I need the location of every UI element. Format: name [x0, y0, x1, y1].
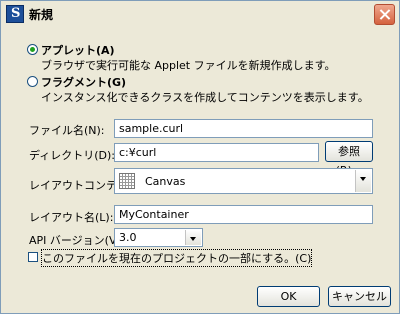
title-bar: 新規 [1, 1, 399, 27]
layout-container-value: Canvas [145, 175, 186, 188]
layout-container-combo[interactable]: Canvas [114, 168, 373, 194]
add-to-project-label[interactable]: このファイルを現在のプロジェクトの一部にする。(C) [40, 249, 313, 267]
directory-input[interactable]: c:¥curl [114, 143, 319, 162]
cancel-button[interactable]: キャンセル [328, 286, 391, 307]
ok-button[interactable]: OK [257, 286, 320, 307]
applet-label[interactable]: アプレット(A) [41, 42, 115, 58]
chevron-down-icon[interactable] [355, 170, 371, 192]
api-version-value: 3.0 [119, 231, 137, 244]
window-title: 新規 [29, 8, 54, 22]
new-file-dialog: 新規 アプレット(A) ブラウザで実行可能な Applet ファイルを新規作成し… [0, 0, 400, 314]
api-version-select[interactable]: 3.0 [114, 228, 203, 247]
applet-radio[interactable] [27, 44, 38, 55]
canvas-icon [119, 173, 135, 189]
close-button[interactable] [374, 4, 395, 25]
filename-input[interactable]: sample.curl [114, 119, 373, 138]
filename-label: ファイル名(N): [29, 124, 105, 137]
fragment-label[interactable]: フラグメント(G) [41, 74, 126, 90]
applet-description: ブラウザで実行可能な Applet ファイルを新規作成します。 [41, 59, 336, 72]
directory-label: ディレクトリ(D): [29, 149, 115, 162]
chevron-down-icon[interactable] [185, 230, 201, 245]
browse-button[interactable]: 参照(R)... [325, 141, 373, 177]
layout-name-input[interactable]: MyContainer [114, 205, 373, 224]
add-to-project-checkbox[interactable] [28, 252, 38, 262]
fragment-radio[interactable] [27, 76, 38, 87]
fragment-description: インスタンス化できるクラスを作成してコンテンツを表示します。 [41, 91, 369, 104]
app-icon [6, 5, 24, 23]
api-version-label: API バージョン(V): [29, 234, 125, 247]
layout-name-label: レイアウト名(L): [29, 211, 114, 224]
